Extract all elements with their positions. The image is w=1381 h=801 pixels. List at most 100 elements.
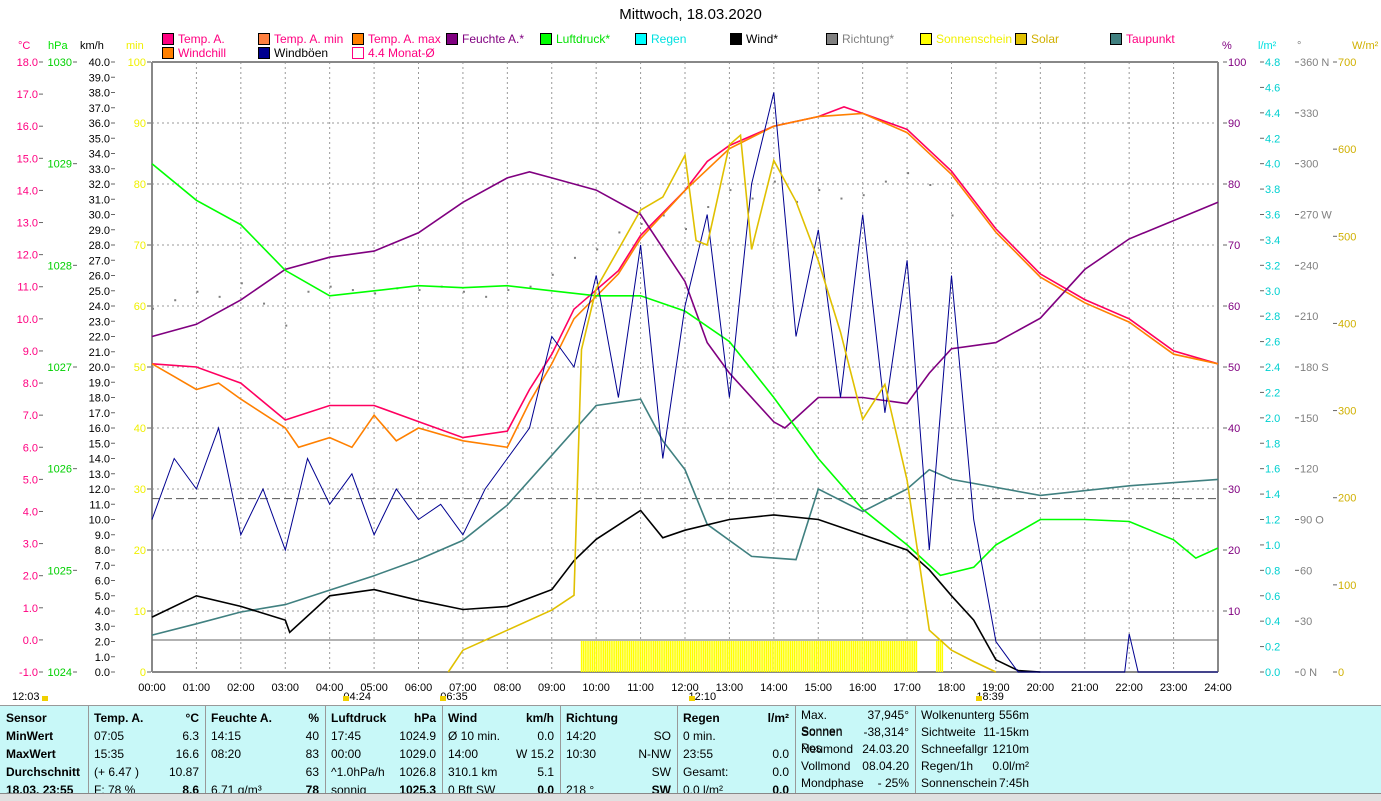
value: SW — [651, 765, 671, 779]
x-tick-label: 02:00 — [227, 682, 255, 694]
time: 00:00 — [331, 747, 362, 761]
value: 24.03.20 — [862, 742, 909, 756]
value: 37,945° — [867, 708, 909, 722]
y-tick-label-wm2: 100 — [1338, 580, 1356, 592]
y-tick-label-kmh: 22.0 — [89, 332, 110, 344]
y-tick-label-lm2: 4.4 — [1265, 108, 1280, 120]
time: (+ 6.47 ) — [94, 765, 140, 779]
y-tick-label-kmh: 29.0 — [89, 225, 110, 237]
y-tick-label-c: 14.0 — [17, 185, 38, 197]
y-tick-label-kmh: 0.0 — [95, 667, 110, 679]
direction-point — [218, 295, 221, 298]
direction-point — [551, 273, 554, 276]
y-tick-label-kmh: 18.0 — [89, 393, 110, 405]
y-tick-label-kmh: 10.0 — [89, 515, 110, 527]
direction-point — [418, 289, 421, 292]
value: 7:45h — [998, 776, 1029, 790]
col-hum: Feuchte A.% 14:15 40 08:20 83 63 6.71 g/m³ 78 — [205, 706, 326, 797]
y-tick-label-kmh: 25.0 — [89, 286, 110, 298]
y-tick-label-lm2: 2.4 — [1265, 362, 1280, 374]
y-tick-label-lm2: 3.8 — [1265, 184, 1280, 196]
unit: km/h — [525, 711, 554, 725]
value: 0.0 — [772, 747, 789, 761]
y-tick-label-deg: 270 W — [1300, 210, 1332, 222]
y-tick-label-deg: 120 — [1300, 464, 1318, 476]
y-tick-label-c: 9.0 — [23, 346, 38, 358]
value: 08.04.20 — [862, 759, 909, 773]
y-tick-label-kmh: 38.0 — [89, 88, 110, 100]
label-max: MaxWert — [6, 747, 56, 761]
y-tick-label-min: 30 — [134, 484, 146, 496]
y-tick-label-c: 2.0 — [23, 571, 38, 583]
time-marker: 12:03 — [12, 691, 40, 703]
y-tick-label-c: 15.0 — [17, 153, 38, 165]
value: 5.1 — [537, 765, 554, 779]
y-tick-label-min: 20 — [134, 545, 146, 557]
time: 07:05 — [94, 729, 125, 743]
y-tick-label-kmh: 23.0 — [89, 316, 110, 328]
y-tick-label-lm2: 4.2 — [1265, 133, 1280, 145]
direction-point — [929, 184, 932, 186]
y-tick-label-kmh: 1.0 — [95, 652, 110, 664]
y-tick-label-lm2: 1.2 — [1265, 515, 1280, 527]
direction-point — [596, 248, 599, 251]
y-tick-label-lm2: 4.0 — [1265, 159, 1280, 171]
x-tick-label: 18:00 — [938, 682, 966, 694]
direction-point — [640, 222, 643, 225]
direction-point — [351, 289, 354, 292]
col-misc: Wolkenunterg 556m Sichtweite 11-15km Schneef… — [915, 706, 1035, 794]
y-tick-label-kmh: 12.0 — [89, 484, 110, 496]
y-tick-label-c: 7.0 — [23, 410, 38, 422]
time: 0 min. — [683, 729, 716, 743]
value: 11-15km — [983, 725, 1029, 739]
time: 17:45 — [331, 729, 362, 743]
value: 6.3 — [182, 729, 199, 743]
direction-point — [862, 194, 865, 197]
y-tick-label-lm2: 0.2 — [1265, 642, 1280, 654]
direction-point — [707, 206, 710, 209]
y-tick-label-kmh: 9.0 — [95, 530, 110, 542]
value: 1029.0 — [399, 747, 436, 761]
y-tick-label-pct: 70 — [1228, 240, 1240, 252]
label: Sonnenschein — [921, 776, 998, 790]
x-tick-label: 15:00 — [804, 682, 832, 694]
value: 1026.8 — [399, 765, 436, 779]
y-tick-label-pct: 10 — [1228, 606, 1240, 618]
y-tick-label-kmh: 19.0 — [89, 377, 110, 389]
y-tick-label-lm2: 1.4 — [1265, 489, 1280, 501]
col-press: Luftdruck hPa 17:45 1024.9 00:00 1029.0 ^1.0hP… — [325, 706, 443, 797]
y-tick-label-lm2: 2.6 — [1265, 337, 1280, 349]
y-tick-label-deg: 240 — [1300, 260, 1318, 272]
direction-point — [240, 282, 243, 285]
label: Vollmond — [801, 759, 851, 773]
direction-point — [729, 189, 732, 192]
label: Mondphase — [801, 776, 864, 790]
x-tick-label: 21:00 — [1071, 682, 1099, 694]
y-tick-label-deg: 90 O — [1300, 515, 1324, 527]
y-tick-label-c: 16.0 — [17, 121, 38, 133]
y-tick-label-kmh: 15.0 — [89, 438, 110, 450]
y-tick-label-min: 100 — [128, 57, 146, 69]
value: W 15.2 — [515, 747, 554, 761]
value: 1210m — [992, 742, 1029, 756]
y-tick-label-wm2: 700 — [1338, 57, 1356, 69]
y-tick-label-min: 40 — [134, 423, 146, 435]
y-tick-label-kmh: 8.0 — [95, 545, 110, 557]
y-tick-label-kmh: 31.0 — [89, 194, 110, 206]
time: 10:30 — [566, 747, 597, 761]
value: 16.6 — [175, 747, 199, 761]
stats-table: Sensor MinWert MaxWert Durchschnitt 18.0… — [0, 705, 1381, 797]
x-tick-label: 16:00 — [849, 682, 877, 694]
header: Luftdruck — [331, 711, 387, 725]
y-tick-label-lm2: 3.4 — [1265, 235, 1280, 247]
y-tick-label-lm2: 4.8 — [1265, 57, 1280, 69]
y-tick-label-deg: 30 — [1300, 616, 1312, 628]
time: Gesamt: — [683, 765, 729, 779]
y-tick-label-pct: 30 — [1228, 484, 1240, 496]
y-tick-label-c: 11.0 — [17, 282, 38, 294]
y-tick-label-wm2: 0 — [1338, 667, 1344, 679]
value: 83 — [305, 747, 319, 761]
sun-marker-icon — [976, 696, 983, 701]
y-tick-label-lm2: 1.8 — [1265, 438, 1280, 450]
unit: hPa — [413, 711, 436, 725]
